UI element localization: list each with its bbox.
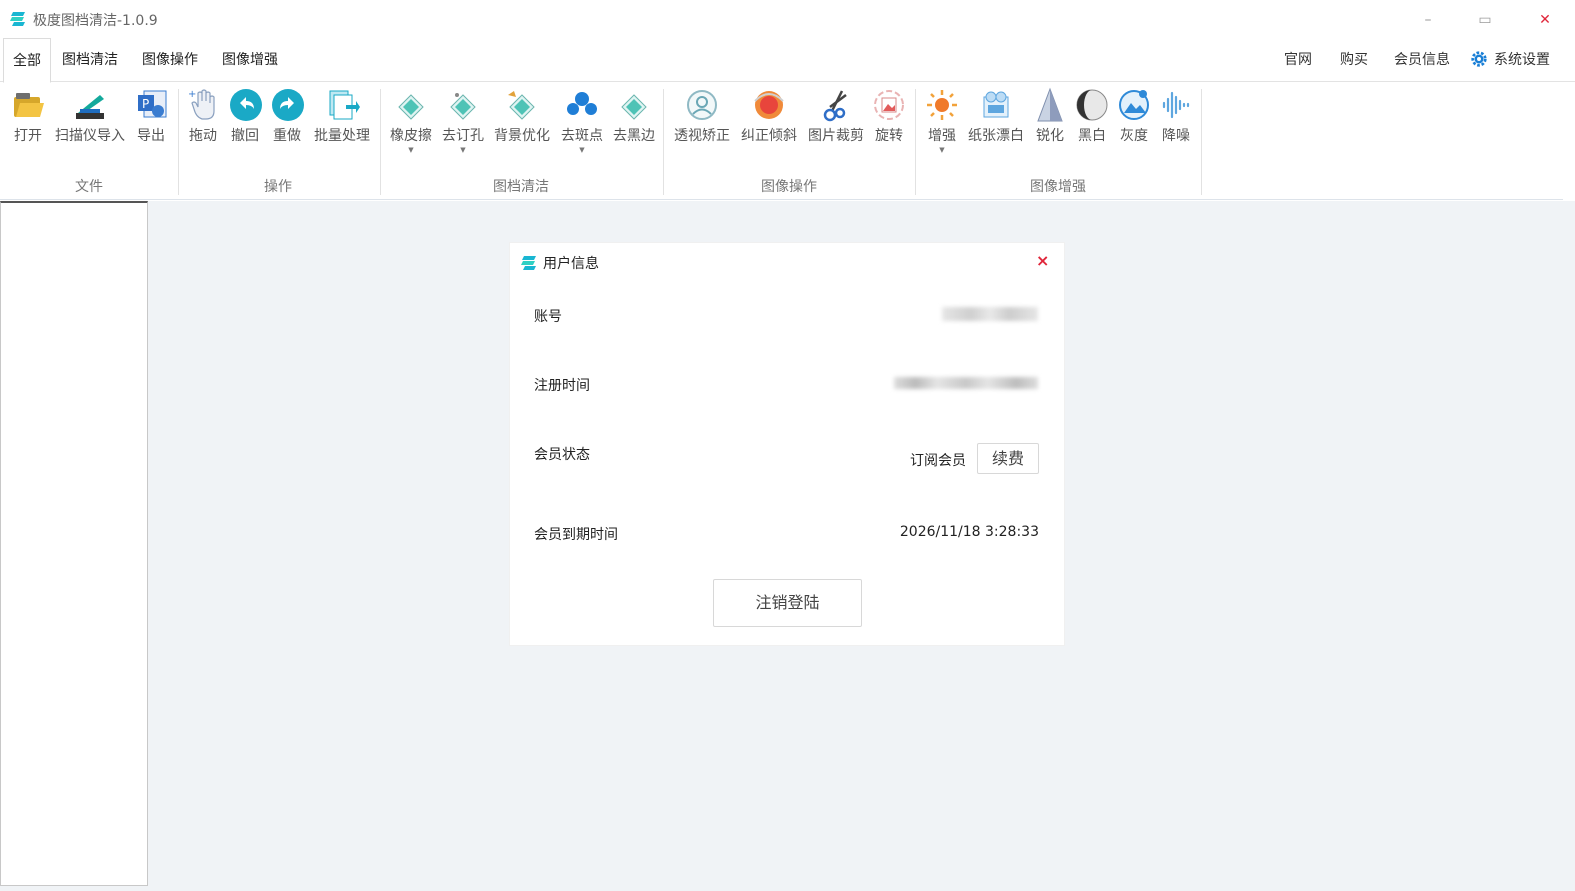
rotate-image-icon — [874, 90, 904, 120]
waveform-icon — [1162, 91, 1190, 119]
register-time-value-redacted — [894, 377, 1038, 389]
member-status-value: 订阅会员 — [910, 453, 966, 469]
sharpen-button[interactable]: 锐化 — [1032, 87, 1068, 145]
spot-dropdown-caret[interactable]: ▼ — [558, 145, 606, 155]
contrast-icon — [1076, 89, 1108, 121]
black-white-button[interactable]: 黑白 — [1074, 87, 1110, 145]
window-title: 极度图档清洁-1.0.9 — [33, 13, 158, 29]
dialog-close-button[interactable]: × — [1036, 251, 1049, 270]
eraser-icon — [398, 94, 424, 120]
group-label-cleaning: 图档清洁 — [493, 179, 549, 195]
svg-text:+: + — [188, 89, 196, 100]
logout-button[interactable]: 注销登陆 — [713, 579, 862, 627]
close-window-button[interactable]: ✕ — [1534, 9, 1556, 31]
ribbon-toolbar: 打开 扫描仪导入 P 导出 文件 + 拖动 撤回 重做 批量处理 操作 橡皮擦 … — [0, 83, 1563, 200]
export-button[interactable]: P 导出 — [134, 87, 168, 145]
tab-document-cleaning[interactable]: 图档清洁 — [53, 38, 127, 82]
menu-bar: 全部 图档清洁 图像操作 图像增强 官网 购买 会员信息 系统设置 — [0, 38, 1575, 83]
deskew-button[interactable]: 纠正倾斜 — [738, 87, 800, 145]
account-value-redacted — [942, 307, 1038, 321]
redo-icon — [272, 89, 304, 121]
maximize-button[interactable]: ▭ — [1474, 9, 1496, 31]
denoise-button[interactable]: 降噪 — [1158, 87, 1194, 145]
batch-process-button[interactable]: 批量处理 — [311, 87, 373, 145]
app-logo-icon — [521, 256, 536, 270]
deskew-icon — [754, 91, 784, 119]
sharpen-triangle-icon — [1037, 87, 1063, 122]
group-separator — [178, 89, 179, 195]
group-label-file: 文件 — [75, 179, 103, 195]
enhance-button[interactable]: 增强 ▼ — [924, 87, 960, 155]
drag-button[interactable]: + 拖动 — [186, 87, 220, 145]
remove-black-border-button[interactable]: 去黑边 — [610, 87, 658, 145]
member-info-link[interactable]: 会员信息 — [1394, 38, 1450, 82]
gear-icon — [1471, 51, 1487, 67]
export-icon: P — [138, 90, 167, 118]
account-label: 账号 — [534, 309, 562, 325]
group-separator — [663, 89, 664, 195]
background-optimize-button[interactable]: 背景优化 — [491, 87, 553, 145]
tab-image-enhance[interactable]: 图像增强 — [213, 38, 287, 82]
group-separator — [915, 89, 916, 195]
group-separator — [380, 89, 381, 195]
batch-documents-icon — [329, 90, 360, 120]
website-link[interactable]: 官网 — [1284, 38, 1312, 82]
tab-all[interactable]: 全部 — [3, 38, 51, 83]
eraser-button[interactable]: 橡皮擦 ▼ — [387, 87, 435, 155]
dialog-title: 用户信息 — [543, 256, 599, 272]
group-label-enhance: 图像增强 — [1030, 179, 1086, 195]
spots-icon — [567, 92, 597, 115]
background-eraser-icon — [508, 91, 535, 120]
expire-time-label: 会员到期时间 — [534, 527, 618, 543]
user-info-dialog: 用户信息 × 账号 注册时间 会员状态 订阅会员 续费 会员到期时间 2026/… — [510, 243, 1064, 645]
undo-button[interactable]: 撤回 — [228, 87, 262, 145]
buy-link[interactable]: 购买 — [1340, 38, 1368, 82]
folder-open-icon — [14, 93, 44, 117]
thumbnail-panel[interactable] — [0, 201, 148, 886]
enhance-dropdown-caret[interactable]: ▼ — [924, 145, 960, 155]
tab-image-operations[interactable]: 图像操作 — [133, 38, 207, 82]
grayscale-image-icon — [1119, 90, 1149, 120]
settings-button[interactable]: 系统设置 — [1470, 38, 1550, 82]
eraser-dropdown-caret[interactable]: ▼ — [387, 145, 435, 155]
border-eraser-icon — [621, 94, 647, 120]
redo-button[interactable]: 重做 — [270, 87, 304, 145]
group-label-image-ops: 图像操作 — [761, 179, 817, 195]
scanner-import-button[interactable]: 扫描仪导入 — [52, 87, 128, 145]
crop-button[interactable]: 图片裁剪 — [805, 87, 867, 145]
svg-text:P: P — [142, 97, 149, 111]
expire-time-value: 2026/11/18 3:28:33 — [899, 524, 1039, 540]
group-separator — [1201, 89, 1202, 195]
staple-dropdown-caret[interactable]: ▼ — [439, 145, 487, 155]
scissors-icon — [823, 90, 847, 122]
perspective-icon — [687, 90, 717, 120]
grayscale-button[interactable]: 灰度 — [1116, 87, 1152, 145]
scanner-icon — [76, 95, 104, 119]
minimize-button[interactable]: – — [1417, 9, 1439, 31]
remove-staple-button[interactable]: 去订孔 ▼ — [439, 87, 487, 155]
member-status-label: 会员状态 — [534, 447, 590, 463]
group-label-operation: 操作 — [264, 179, 292, 195]
renew-button[interactable]: 续费 — [977, 443, 1039, 474]
perspective-correct-button[interactable]: 透视矫正 — [671, 87, 733, 145]
paper-whiten-button[interactable]: 纸张漂白 — [965, 87, 1027, 145]
register-time-label: 注册时间 — [534, 378, 590, 394]
title-bar: 极度图档清洁-1.0.9 – ▭ ✕ — [0, 0, 1575, 38]
open-button[interactable]: 打开 — [10, 87, 46, 145]
sun-icon — [927, 90, 957, 120]
bleach-icon — [983, 91, 1009, 118]
undo-icon — [230, 89, 262, 121]
despeckle-button[interactable]: 去斑点 ▼ — [558, 87, 606, 155]
settings-label: 系统设置 — [1494, 52, 1550, 68]
rotate-button[interactable]: 旋转 — [871, 87, 907, 145]
staple-eraser-icon — [450, 93, 476, 120]
hand-icon: + — [188, 89, 215, 120]
app-logo-icon — [10, 12, 25, 26]
